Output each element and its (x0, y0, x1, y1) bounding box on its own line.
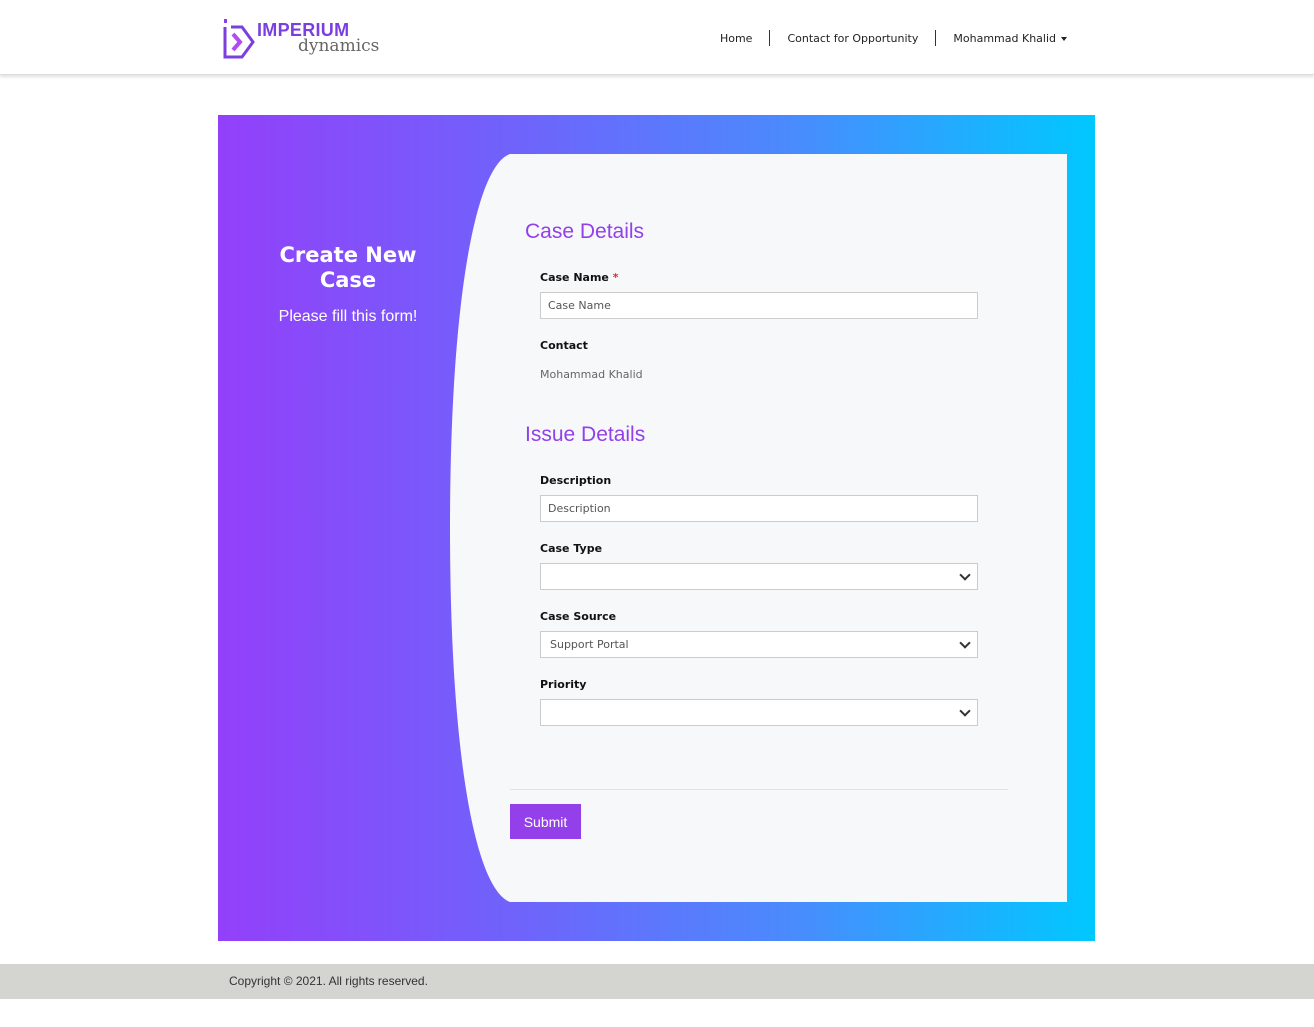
description-label: Description (540, 474, 612, 487)
logo-text-bottom: dynamics (298, 36, 380, 56)
contact-value: Mohammad Khalid (540, 368, 643, 381)
footer: Copyright © 2021. All rights reserved. (0, 964, 1314, 999)
divider (510, 789, 1008, 790)
chevron-down-icon (959, 705, 971, 717)
page-title: Create New Case (279, 243, 417, 292)
chevron-down-icon (959, 637, 971, 649)
submit-button[interactable]: Submit (510, 804, 581, 839)
section-issue-details: Issue Details (525, 423, 646, 446)
logo-icon (223, 19, 255, 59)
case-source-label: Case Source (540, 610, 617, 623)
required-mark: * (612, 271, 619, 284)
contact-label: Contact (540, 339, 588, 352)
section-case-details: Case Details (525, 220, 645, 243)
user-menu[interactable]: Mohammad Khalid (936, 32, 1084, 45)
copyright-text: Copyright © 2021. All rights reserved. (229, 974, 428, 988)
case-type-label: Case Type (540, 542, 603, 555)
case-source-select[interactable]: Support Portal (540, 631, 978, 658)
page-subtitle: Please fill this form! (278, 308, 418, 325)
hero-panel: Create New Case Please fill this form! C… (218, 115, 1095, 941)
user-name: Mohammad Khalid (953, 31, 1056, 45)
description-input[interactable]: Description (540, 495, 978, 522)
nav-home[interactable]: Home (703, 32, 769, 45)
nav-contact-opportunity[interactable]: Contact for Opportunity (770, 32, 935, 45)
case-source-value: Support Portal (550, 638, 629, 651)
priority-select[interactable] (540, 699, 978, 726)
case-name-label-text: Case Name (540, 271, 609, 284)
header: IMPERIUM dynamics Home Contact for Oppor… (0, 0, 1314, 75)
logo[interactable]: IMPERIUM dynamics (222, 18, 382, 60)
caret-down-icon (1061, 36, 1067, 41)
priority-label: Priority (540, 678, 587, 691)
case-name-input[interactable]: Case Name (540, 292, 978, 319)
case-type-select[interactable] (540, 563, 978, 590)
case-name-label: Case Name * (540, 271, 619, 284)
chevron-down-icon (959, 569, 971, 581)
main-nav: Home Contact for Opportunity Mohammad Kh… (703, 30, 1084, 46)
